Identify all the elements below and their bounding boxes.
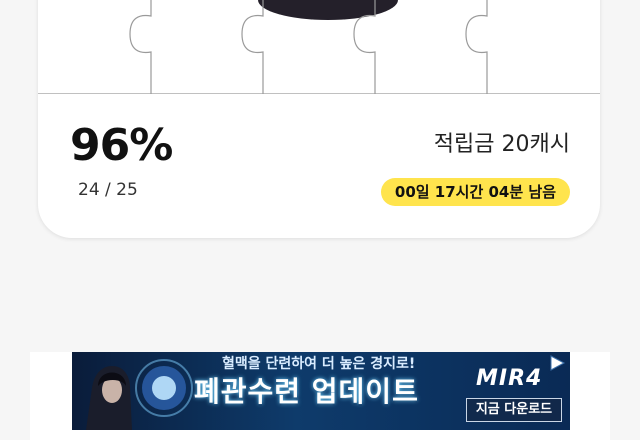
puzzle-cut-4 xyxy=(465,0,488,94)
reward-label: 적립금 20캐시 xyxy=(433,132,570,157)
puzzle-cut-1 xyxy=(129,0,152,94)
screen: 96% 24 / 25 적립금 20캐시 00일 17시간 04분 남음 혈맥을… xyxy=(0,0,640,440)
ad-orb-core xyxy=(152,376,176,400)
ad-tagline: 혈맥을 단련하여 더 높은 경지로! xyxy=(222,356,416,372)
puzzle-progress-card[interactable]: 96% 24 / 25 적립금 20캐시 00일 17시간 04분 남음 xyxy=(38,0,600,238)
puzzle-image xyxy=(258,0,398,20)
play-icon[interactable] xyxy=(548,354,566,372)
ad-title: 폐관수련 업데이트 xyxy=(194,375,419,408)
download-now-button[interactable]: 지금 다운로드 xyxy=(466,398,562,422)
ad-logo: MIR4 xyxy=(476,366,543,391)
puzzle-cut-2 xyxy=(241,0,264,94)
progress-percent: 96% xyxy=(70,120,173,171)
piece-count: 24 / 25 xyxy=(78,180,138,200)
ad-strip: 혈맥을 단련하여 더 높은 경지로! 폐관수련 업데이트 MIR4 지금 다운로… xyxy=(30,352,610,440)
puzzle-board xyxy=(38,0,600,94)
ad-banner[interactable]: 혈맥을 단련하여 더 높은 경지로! 폐관수련 업데이트 MIR4 지금 다운로… xyxy=(72,352,570,430)
time-remaining-badge: 00일 17시간 04분 남음 xyxy=(380,178,570,206)
